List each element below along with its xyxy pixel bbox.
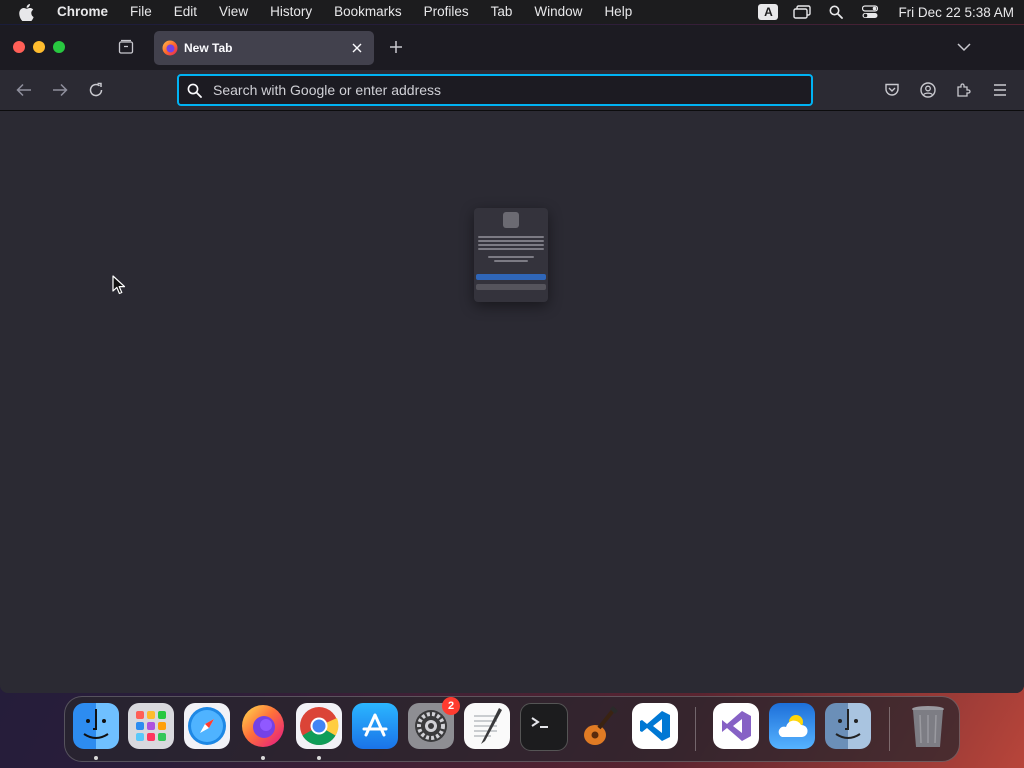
dialog-text-line — [494, 260, 528, 262]
firefox-icon[interactable] — [240, 703, 286, 749]
finder-icon[interactable] — [73, 703, 119, 749]
extensions-puzzle-icon[interactable] — [954, 80, 974, 100]
tab-title: New Tab — [184, 41, 233, 55]
menu-edit[interactable]: Edit — [163, 0, 208, 24]
dock-separator — [889, 707, 890, 751]
search-icon — [185, 81, 203, 99]
vscode-icon[interactable] — [632, 703, 678, 749]
dialog-text-line — [478, 236, 544, 238]
menu-help[interactable]: Help — [593, 0, 643, 24]
safari-icon[interactable] — [184, 703, 230, 749]
menu-bookmarks[interactable]: Bookmarks — [323, 0, 413, 24]
dialog-text-line — [478, 248, 544, 250]
menubar-clock[interactable]: Fri Dec 22 5:38 AM — [898, 5, 1014, 20]
address-bar[interactable] — [177, 74, 813, 106]
permission-dialog-thumbnail — [474, 208, 548, 302]
weather-icon[interactable] — [769, 703, 815, 749]
back-arrow-icon[interactable] — [14, 80, 34, 100]
dialog-primary-button[interactable] — [476, 274, 546, 280]
dialog-text-line — [478, 240, 544, 242]
hamburger-menu-icon[interactable] — [990, 80, 1010, 100]
dock-separator — [695, 707, 696, 751]
dialog-secondary-button[interactable] — [476, 284, 546, 290]
garageband-icon[interactable] — [576, 703, 622, 749]
menu-app-name[interactable]: Chrome — [46, 0, 119, 24]
menubar-status-area: A Fri Dec 22 5:38 AM — [758, 0, 1014, 24]
window-close-button[interactable] — [13, 41, 25, 53]
input-source-badge[interactable]: A — [758, 4, 779, 20]
app-store-icon[interactable] — [352, 703, 398, 749]
address-input[interactable] — [211, 81, 811, 99]
menu-profiles[interactable]: Profiles — [413, 0, 480, 24]
running-indicator — [94, 756, 98, 760]
spotlight-search-icon[interactable] — [826, 2, 846, 22]
reload-icon[interactable] — [86, 80, 106, 100]
firefox-view-icon[interactable] — [116, 37, 136, 57]
visual-studio-icon[interactable] — [713, 703, 759, 749]
screen-mirroring-icon[interactable] — [792, 2, 812, 22]
notification-badge: 2 — [442, 697, 460, 715]
trash-icon[interactable] — [905, 703, 951, 749]
tab-close-icon[interactable] — [348, 39, 366, 57]
tab-new-tab[interactable]: New Tab — [154, 31, 374, 65]
running-indicator — [317, 756, 321, 760]
menu-window[interactable]: Window — [523, 0, 593, 24]
tab-strip: New Tab — [0, 25, 1024, 70]
app-placeholder-icon — [503, 212, 519, 228]
account-icon[interactable] — [918, 80, 938, 100]
launchpad-icon[interactable] — [128, 703, 174, 749]
navigation-toolbar — [0, 70, 1024, 111]
control-center-icon[interactable] — [860, 2, 880, 22]
dialog-text-line — [488, 256, 534, 258]
terminal-icon[interactable] — [520, 703, 568, 751]
mouse-cursor-icon — [112, 275, 126, 295]
dialog-text-line — [478, 244, 544, 246]
new-tab-plus-icon[interactable] — [386, 37, 406, 57]
running-indicator — [261, 756, 265, 760]
apple-menu-icon[interactable] — [16, 2, 36, 22]
window-minimize-button[interactable] — [33, 41, 45, 53]
pocket-icon[interactable] — [882, 80, 902, 100]
textedit-icon[interactable] — [464, 703, 510, 749]
browser-window: New Tab — [0, 25, 1024, 693]
menu-view[interactable]: View — [208, 0, 259, 24]
chrome-icon[interactable] — [296, 703, 342, 749]
forward-arrow-icon[interactable] — [50, 80, 70, 100]
menu-file[interactable]: File — [119, 0, 163, 24]
menu-tab[interactable]: Tab — [480, 0, 524, 24]
menu-bar: Chrome File Edit View History Bookmarks … — [0, 0, 1024, 24]
window-maximize-button[interactable] — [53, 41, 65, 53]
dock: 2 — [64, 696, 960, 762]
page-content-area — [0, 111, 1024, 693]
menu-history[interactable]: History — [259, 0, 323, 24]
finder-alt-icon[interactable] — [825, 703, 871, 749]
list-all-tabs-chevron-icon[interactable] — [954, 37, 974, 57]
system-settings-icon[interactable]: 2 — [408, 697, 460, 749]
firefox-favicon-icon — [162, 40, 178, 56]
